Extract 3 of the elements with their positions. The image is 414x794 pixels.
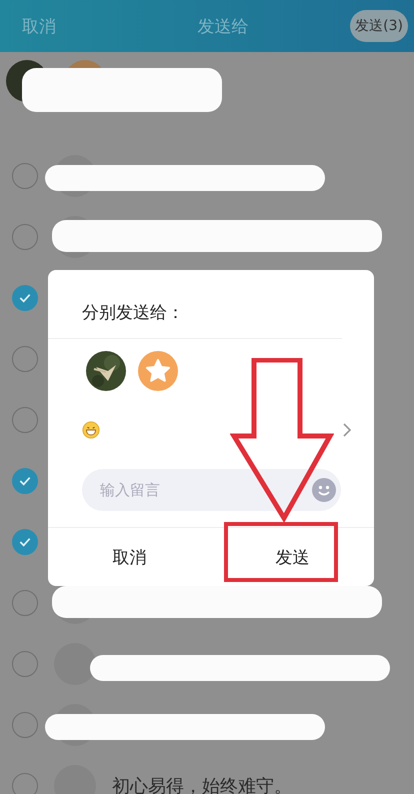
contact-name: 初心易得，始终难守。 <box>112 774 292 794</box>
dialog-title: 分别发送给： <box>48 270 342 339</box>
page-title: 发送给 <box>198 16 249 38</box>
